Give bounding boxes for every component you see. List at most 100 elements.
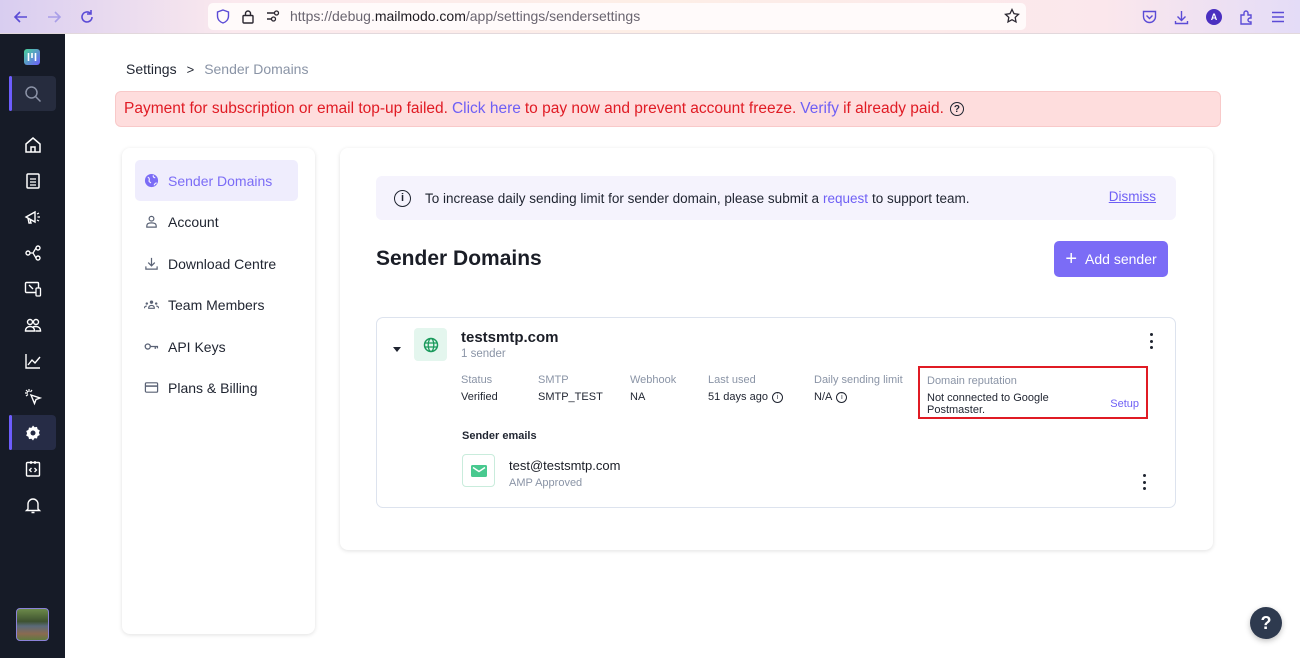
flow-icon <box>24 244 41 261</box>
nav-label: Team Members <box>168 296 265 313</box>
settings-nav-plans-billing[interactable]: Plans & Billing <box>135 367 298 408</box>
sidebar-tracking[interactable] <box>9 379 56 414</box>
breadcrumb-current: Sender Domains <box>204 61 309 77</box>
address-bar[interactable]: https://debug.mailmodo.com/app/settings/… <box>208 3 1026 30</box>
reload-button[interactable] <box>76 6 98 28</box>
setup-link[interactable]: Setup <box>1110 398 1139 410</box>
url-domain: mailmodo.com <box>374 8 466 24</box>
settings-nav-sender-domains[interactable]: Sender Domains <box>135 160 298 201</box>
request-link[interactable]: request <box>823 191 868 206</box>
template-icon <box>25 172 40 189</box>
add-sender-button[interactable]: + Add sender <box>1054 241 1168 277</box>
info-icon: i <box>394 189 411 207</box>
extensions-button[interactable] <box>1235 6 1257 28</box>
sender-count: 1 sender <box>461 348 506 360</box>
chart-icon <box>24 353 41 369</box>
sidebar-forms[interactable] <box>9 271 56 306</box>
field-label: Webhook <box>630 374 677 386</box>
nav-label: Plans & Billing <box>168 379 258 396</box>
info-text-2: to support team. <box>871 190 970 206</box>
megaphone-icon <box>24 210 40 224</box>
sidebar-search[interactable] <box>9 76 56 111</box>
info-icon[interactable]: i <box>836 391 848 403</box>
breadcrumb-separator: > <box>186 61 195 77</box>
field-label: Last used <box>708 374 756 386</box>
back-button[interactable] <box>10 6 32 28</box>
field-value: NA <box>630 391 646 403</box>
sender-email-status: AMP Approved <box>509 477 583 489</box>
email-more-menu-icon[interactable] <box>1141 474 1147 490</box>
sidebar-settings[interactable] <box>9 415 56 450</box>
status-field: Status Verified <box>461 374 498 403</box>
sidebar-templates[interactable] <box>9 163 56 198</box>
info-icon[interactable]: i <box>771 391 783 403</box>
sender-email-address: test@testsmtp.com <box>509 458 621 473</box>
daily-limit-field: Daily sending limit N/A i <box>814 374 903 403</box>
pocket-button[interactable] <box>1138 6 1160 28</box>
sidebar-campaigns[interactable] <box>9 199 56 234</box>
collapse-caret-icon[interactable] <box>393 347 401 352</box>
sidebar-contacts[interactable] <box>9 307 56 342</box>
plus-icon: + <box>1065 248 1078 270</box>
puzzle-icon <box>1239 10 1252 25</box>
menu-button[interactable] <box>1267 6 1289 28</box>
main-content: i To increase daily sending limit for se… <box>340 148 1213 550</box>
help-circle-icon[interactable]: ? <box>949 102 964 116</box>
breadcrumb-settings[interactable]: Settings <box>126 61 177 77</box>
domain-more-menu-icon[interactable] <box>1148 333 1154 349</box>
webhook-field: Webhook NA <box>630 374 676 403</box>
alert-text-3: if already paid. <box>843 100 944 117</box>
payment-failed-alert: Payment for subscription or email top-up… <box>115 91 1221 127</box>
settings-nav-account[interactable]: Account <box>135 201 298 242</box>
field-value: N/A <box>814 391 833 403</box>
arrow-left-icon <box>13 11 27 23</box>
nav-label: API Keys <box>168 338 226 355</box>
mail-icon <box>462 454 495 487</box>
pay-now-link[interactable]: Click here <box>452 100 521 118</box>
contacts-icon <box>24 318 41 332</box>
permissions-icon[interactable] <box>264 7 282 25</box>
verify-link[interactable]: Verify <box>800 100 839 118</box>
dismiss-link[interactable]: Dismiss <box>1109 189 1156 204</box>
sidebar-developer[interactable] <box>9 451 56 486</box>
reload-icon <box>81 10 93 23</box>
lock-icon[interactable] <box>239 7 257 25</box>
page-title: Sender Domains <box>376 247 542 270</box>
url-text[interactable]: https://debug.mailmodo.com/app/settings/… <box>290 8 640 24</box>
forward-button[interactable] <box>43 6 65 28</box>
bookmark-star-icon[interactable] <box>1003 7 1021 25</box>
settings-nav-api-keys[interactable]: API Keys <box>135 326 298 367</box>
user-icon <box>146 215 157 228</box>
home-icon <box>24 136 41 153</box>
profile-avatar: A <box>1206 9 1222 25</box>
download-icon <box>145 257 158 270</box>
field-label: Status <box>461 374 493 386</box>
reputation-content: Domain reputation Not connected to Googl… <box>927 375 1139 416</box>
pocket-icon <box>1142 10 1156 24</box>
mailmodo-logo[interactable] <box>24 49 40 65</box>
sidebar-notifications[interactable] <box>9 487 56 522</box>
sidebar-journeys[interactable] <box>9 235 56 270</box>
field-label: Daily sending limit <box>814 374 903 386</box>
key-icon <box>144 343 159 350</box>
smtp-field: SMTP SMTP_TEST <box>538 374 603 403</box>
sidebar-home[interactable] <box>9 127 56 162</box>
last-used-field: Last used 51 days ago i <box>708 374 783 403</box>
domain-reputation-field: Domain reputation Not connected to Googl… <box>918 366 1148 419</box>
shield-icon[interactable] <box>214 7 232 25</box>
settings-nav: Sender Domains Account Download Centre T… <box>122 148 315 634</box>
downloads-button[interactable] <box>1170 6 1192 28</box>
profile-button[interactable]: A <box>1203 6 1225 28</box>
browser-toolbar: https://debug.mailmodo.com/app/settings/… <box>0 0 1300 34</box>
nav-label: Sender Domains <box>168 172 273 189</box>
field-label: SMTP <box>538 374 569 386</box>
sidebar-analytics[interactable] <box>9 343 56 378</box>
field-label: Domain reputation <box>927 375 1017 387</box>
user-avatar[interactable] <box>16 608 49 641</box>
settings-nav-team-members[interactable]: Team Members <box>135 284 298 325</box>
settings-nav-download-centre[interactable]: Download Centre <box>135 243 298 284</box>
help-button[interactable]: ? <box>1250 607 1282 639</box>
sender-emails-title: Sender emails <box>462 430 537 442</box>
card-icon <box>144 382 159 393</box>
field-value: SMTP_TEST <box>538 391 603 403</box>
